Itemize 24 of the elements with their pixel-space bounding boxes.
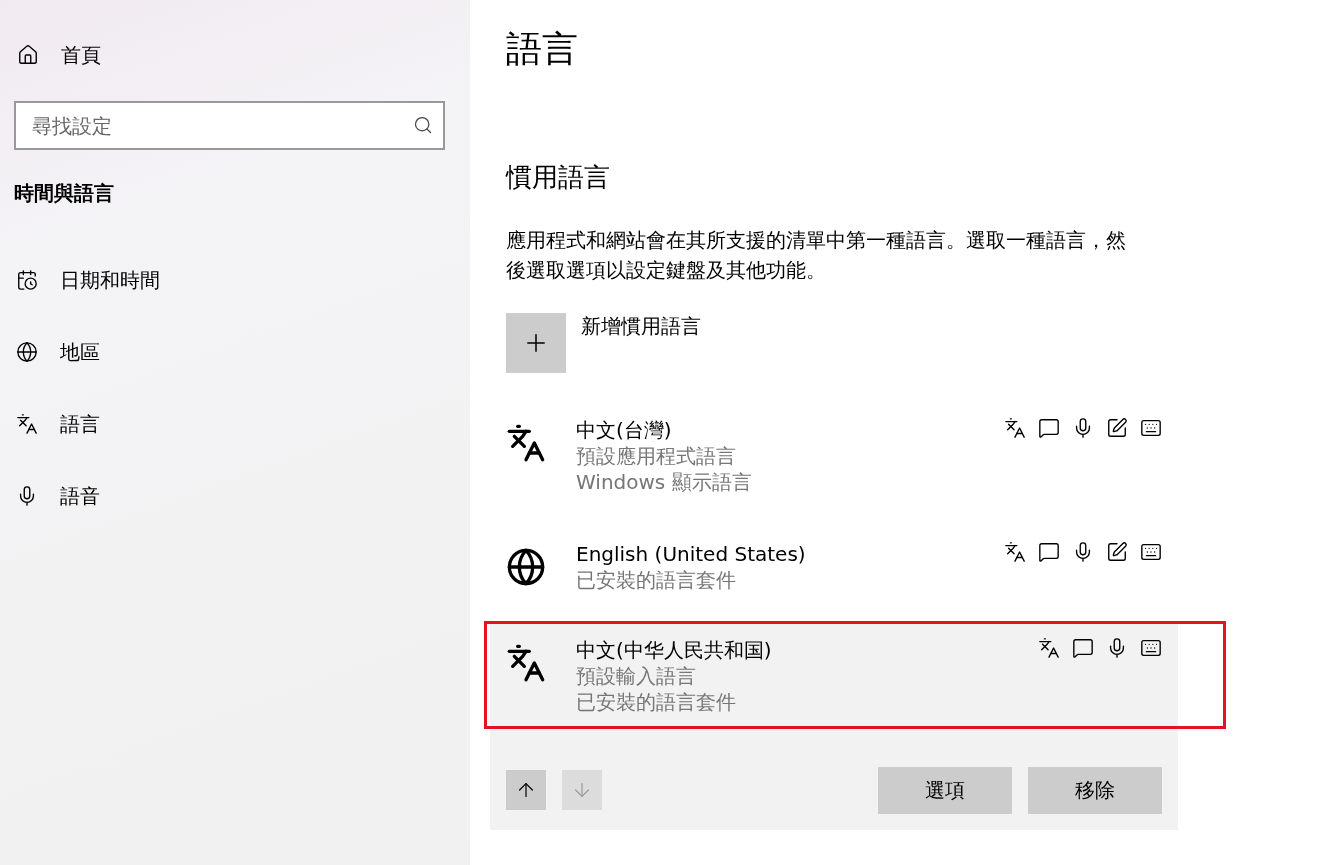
section-title: 時間與語言 bbox=[14, 180, 115, 206]
language-name: 中文(中华人民共和国) bbox=[576, 636, 773, 663]
language-row[interactable]: 中文(中华人民共和国) 預設輸入語言 已安裝的語言套件 bbox=[490, 622, 1178, 727]
nav-item[interactable]: 日期和時間 bbox=[14, 244, 470, 316]
language-detail: Windows 顯示語言 bbox=[576, 468, 753, 495]
language-name: English (United States) bbox=[576, 540, 807, 567]
home-link[interactable]: 首頁 bbox=[61, 42, 101, 68]
page-title: 語言 bbox=[506, 27, 579, 71]
language-detail: 預設應用程式語言 bbox=[576, 442, 737, 469]
nav-item[interactable]: 地區 bbox=[14, 316, 470, 388]
action-button[interactable]: 移除 bbox=[1028, 766, 1162, 814]
language-detail: 已安裝的語言套件 bbox=[576, 688, 737, 715]
section-heading: 慣用語言 bbox=[506, 160, 611, 194]
nav-item[interactable]: 語音 bbox=[14, 460, 470, 532]
search-field[interactable]: 尋找設定 bbox=[14, 101, 445, 150]
language-name: 中文(台灣) bbox=[576, 416, 673, 443]
description-text: 應用程式和網站會在其所支援的清單中第一種語言。選取一種語言，然後選取選項以設定鍵盤及其他功能。 bbox=[506, 226, 1127, 284]
action-button[interactable]: 選項 bbox=[878, 766, 1012, 814]
nav-item[interactable]: 語言 bbox=[14, 388, 470, 460]
add-language-label[interactable]: 新增慣用語言 bbox=[581, 312, 701, 373]
language-row[interactable]: 中文(台灣) 預設應用程式語言 Windows 顯示語言 bbox=[490, 400, 1178, 525]
language-detail: 已安裝的語言套件 bbox=[576, 566, 737, 593]
language-detail: 預設輸入語言 bbox=[576, 662, 697, 689]
language-row[interactable]: English (United States) 已安裝的語言套件 bbox=[490, 524, 1178, 623]
